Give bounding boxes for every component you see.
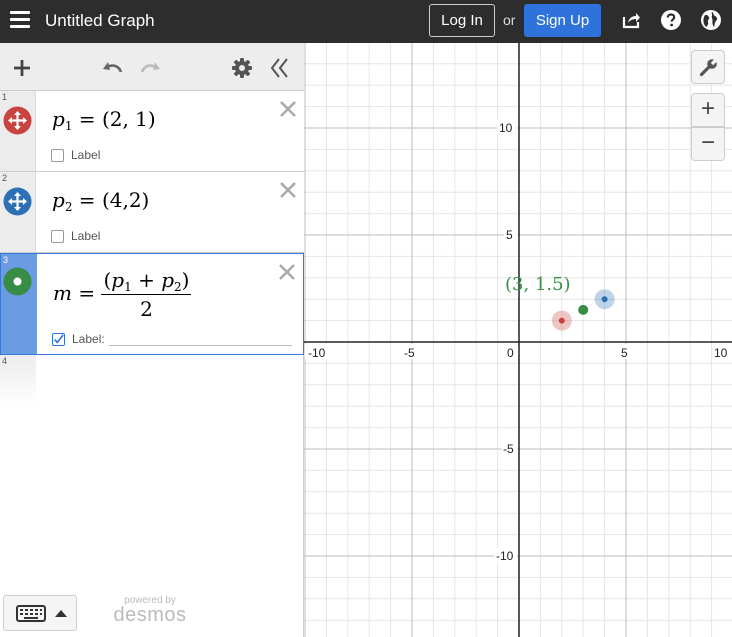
label-text: Label: (72, 332, 105, 346)
expression-number: 2 (2, 173, 8, 183)
desmos-logo: desmos (113, 604, 187, 626)
label-checkbox[interactable] (51, 229, 64, 243)
caret-up-icon (55, 610, 67, 617)
close-icon[interactable] (278, 99, 298, 119)
hamburger-icon[interactable] (10, 11, 30, 29)
point-marker[interactable] (558, 317, 565, 324)
undo-icon[interactable] (100, 56, 124, 80)
math-variable: p (52, 188, 65, 212)
graph-paper[interactable]: -10 -5 0 5 10 10 5 -5 -10 (3, 1.5) + − (304, 43, 732, 637)
major-grid (304, 43, 732, 637)
expression-tab: 3 (1, 254, 37, 354)
expression-toolbar (0, 43, 304, 91)
midpoint-label: (3, 1.5) (505, 274, 571, 295)
x-tick-label: 0 (507, 346, 514, 360)
move-point-icon[interactable] (3, 106, 32, 135)
x-tick-label: 10 (714, 346, 728, 360)
globe-icon[interactable] (700, 9, 722, 31)
expression-number: 4 (2, 356, 8, 366)
gear-icon[interactable] (230, 56, 254, 80)
math-variable: p (111, 268, 125, 292)
y-tick-label: -5 (503, 442, 514, 456)
zoom-out-button[interactable]: − (691, 127, 725, 161)
label-checkbox[interactable] (51, 148, 64, 162)
label-toggle: Label (51, 148, 100, 162)
top-bar: Untitled Graph Log In or Sign Up (0, 0, 732, 43)
x-tick-label: -10 (308, 346, 326, 360)
math-value: (2, 1) (101, 107, 156, 131)
keyboard-icon (16, 605, 46, 622)
y-tick-label: 10 (499, 121, 513, 135)
help-icon[interactable] (660, 9, 682, 31)
point-marker[interactable] (601, 296, 608, 303)
math-value: (4,2) (101, 188, 150, 212)
login-button[interactable]: Log In (429, 4, 495, 37)
expression-row-2[interactable]: 2 p2 = (4,2) Label (0, 172, 304, 253)
expression-row-1[interactable]: 1 p1 = (2, 1) Label (0, 91, 304, 172)
math-subscript: 1 (64, 119, 73, 133)
point-visibility-icon[interactable] (3, 267, 32, 296)
expression-tab: 4 (0, 355, 36, 407)
expression-tab: 1 (0, 91, 36, 171)
graph-settings-button[interactable] (691, 50, 725, 84)
math-subscript: 2 (64, 200, 73, 214)
minor-grid (304, 43, 732, 637)
math-operator: + (138, 268, 155, 292)
label-input[interactable] (108, 332, 292, 346)
label-toggle: Label: (52, 332, 292, 346)
keyboard-toggle-button[interactable] (3, 595, 77, 631)
x-tick-label: -5 (404, 346, 415, 360)
or-text: or (503, 12, 516, 28)
expression-tab: 2 (0, 172, 36, 252)
label-text: Label (71, 148, 101, 162)
label-toggle: Label (51, 229, 100, 243)
expression-number: 1 (2, 92, 8, 102)
expression-math[interactable]: m = (p1 + p2) 2 (53, 268, 192, 321)
move-point-icon[interactable] (3, 187, 32, 216)
powered-by-desmos[interactable]: powered by desmos (110, 595, 190, 627)
expression-number: 3 (3, 255, 9, 265)
graph-canvas[interactable]: -10 -5 0 5 10 10 5 -5 -10 (304, 43, 732, 637)
close-icon[interactable] (278, 180, 298, 200)
label-text: Label (71, 229, 101, 243)
expression-math[interactable]: p2 = (4,2) (52, 188, 149, 214)
expression-panel: 1 p1 = (2, 1) Label 2 p2 = (4,2) Label 3… (0, 43, 304, 637)
x-tick-label: 5 (621, 346, 628, 360)
expression-row-3[interactable]: 3 m = (p1 + p2) 2 Label: (0, 253, 304, 355)
expression-math[interactable]: p1 = (2, 1) (52, 107, 156, 133)
signup-button[interactable]: Sign Up (524, 4, 601, 37)
redo-icon[interactable] (139, 56, 163, 80)
graph-title[interactable]: Untitled Graph (45, 11, 155, 31)
wrench-icon (699, 58, 718, 77)
fraction-denominator: 2 (140, 297, 153, 321)
math-variable: p (161, 268, 175, 292)
plus-icon[interactable] (10, 56, 34, 80)
math-subscript: 2 (174, 280, 182, 294)
y-tick-label: -10 (496, 549, 514, 563)
label-checkbox[interactable] (52, 332, 65, 346)
share-icon[interactable] (620, 9, 642, 31)
math-variable: m (53, 281, 72, 305)
math-variable: p (52, 107, 65, 131)
math-subscript: 1 (124, 280, 132, 294)
zoom-in-button[interactable]: + (691, 93, 725, 127)
fraction-numerator: (p1 + p2) (101, 268, 192, 295)
y-tick-label: 5 (506, 228, 513, 242)
expression-row-4[interactable]: 4 (0, 355, 304, 407)
close-icon[interactable] (277, 262, 297, 282)
double-chevron-left-icon[interactable] (268, 56, 292, 80)
math-fraction: (p1 + p2) 2 (101, 268, 192, 321)
point-marker[interactable] (578, 304, 589, 315)
